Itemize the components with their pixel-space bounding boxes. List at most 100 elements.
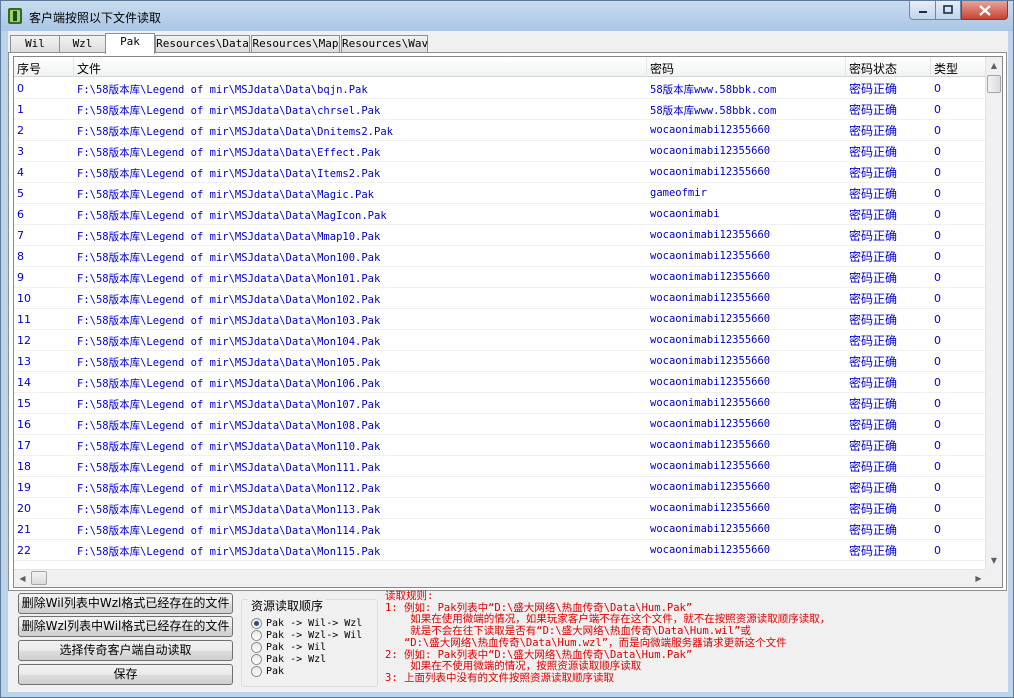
- radio-unchecked-icon[interactable]: [251, 629, 262, 641]
- table-row[interactable]: 2 F:\58版本库\Legend of mir\MSJdata\Data\Dni…: [14, 120, 987, 141]
- read-order-option[interactable]: Pak -> Wil: [251, 641, 326, 653]
- rule-line: 读取规则:: [385, 590, 434, 602]
- scroll-down-icon[interactable]: ▼: [986, 552, 1002, 569]
- horizontal-scroll-thumb[interactable]: [31, 571, 47, 585]
- cell-password-status: 密码正确: [849, 460, 898, 474]
- read-order-option-label: Pak -> Wzl: [266, 653, 327, 665]
- read-order-option-label: Pak -> Wzl-> Wil: [266, 629, 363, 641]
- column-type[interactable]: 类型: [931, 57, 987, 77]
- radio-unchecked-icon[interactable]: [251, 665, 262, 677]
- cell-password: wocaonimabi12355660: [650, 376, 771, 388]
- table-row[interactable]: 6 F:\58版本库\Legend of mir\MSJdata\Data\Mag…: [14, 204, 987, 225]
- cell-type: 0: [934, 250, 941, 263]
- rule-line: “D:\盛大网络\热血传奇\Data\Hum.wzl”，而是向微端服务器请求更新…: [385, 636, 787, 649]
- radio-unchecked-icon[interactable]: [251, 653, 262, 665]
- cell-password: wocaonimabi: [650, 208, 720, 220]
- table-row[interactable]: 16 F:\58版本库\Legend of mir\MSJdata\Data\Mo…: [14, 414, 987, 435]
- table-row[interactable]: 7 F:\58版本库\Legend of mir\MSJdata\Data\Mma…: [14, 225, 987, 246]
- cell-password-status: 密码正确: [849, 208, 898, 222]
- read-order-option[interactable]: Pak: [251, 665, 284, 677]
- cell-index: 14: [17, 376, 31, 389]
- minimize-button[interactable]: [909, 1, 936, 20]
- read-order-option[interactable]: Pak -> Wzl: [251, 653, 326, 665]
- cell-type: 0: [934, 397, 941, 410]
- read-order-option-label: Pak -> Wil: [266, 641, 327, 653]
- column-password-status[interactable]: 密码状态: [846, 57, 931, 77]
- table-row[interactable]: 22 F:\58版本库\Legend of mir\MSJdata\Data\Mo…: [14, 540, 987, 561]
- table-row[interactable]: 20 F:\58版本库\Legend of mir\MSJdata\Data\Mo…: [14, 498, 987, 519]
- table-row[interactable]: 14 F:\58版本库\Legend of mir\MSJdata\Data\Mo…: [14, 372, 987, 393]
- table-row[interactable]: 11 F:\58版本库\Legend of mir\MSJdata\Data\Mo…: [14, 309, 987, 330]
- cell-type: 0: [934, 355, 941, 368]
- vertical-scroll-thumb[interactable]: [987, 75, 1001, 93]
- maximize-button[interactable]: [935, 1, 961, 20]
- save-button[interactable]: 保存: [18, 664, 233, 685]
- cell-type: 0: [934, 292, 941, 305]
- cell-password-status: 密码正确: [849, 271, 898, 285]
- choose-client-button[interactable]: 选择传奇客户端自动读取: [18, 640, 233, 661]
- tab-wzl[interactable]: Wzl: [59, 35, 106, 53]
- table-row[interactable]: 13 F:\58版本库\Legend of mir\MSJdata\Data\Mo…: [14, 351, 987, 372]
- horizontal-scrollbar[interactable]: ◀ ▶: [14, 569, 987, 587]
- column-index[interactable]: 序号: [14, 57, 74, 77]
- cell-index: 12: [17, 334, 31, 347]
- tab-resources-map[interactable]: Resources\Map: [251, 35, 340, 53]
- radio-unchecked-icon[interactable]: [251, 641, 262, 653]
- cell-index: 3: [17, 145, 24, 158]
- cell-file: F:\58版本库\Legend of mir\MSJdata\Data\Mmap…: [77, 231, 381, 243]
- cell-password: wocaonimabi12355660: [650, 460, 771, 472]
- cell-index: 15: [17, 397, 31, 410]
- cell-password-status: 密码正确: [849, 502, 898, 516]
- table-row[interactable]: 0 F:\58版本库\Legend of mir\MSJdata\Data\bqj…: [14, 78, 987, 99]
- cell-index: 0: [17, 82, 24, 95]
- delete-wzl-duplicates-button[interactable]: 删除Wzl列表中Wil格式已经存在的文件: [18, 616, 233, 637]
- table-row[interactable]: 19 F:\58版本库\Legend of mir\MSJdata\Data\Mo…: [14, 477, 987, 498]
- cell-type: 0: [934, 166, 941, 179]
- table-row[interactable]: 21 F:\58版本库\Legend of mir\MSJdata\Data\Mo…: [14, 519, 987, 540]
- cell-index: 2: [17, 124, 24, 137]
- table-row[interactable]: 9 F:\58版本库\Legend of mir\MSJdata\Data\Mon…: [14, 267, 987, 288]
- table-row[interactable]: 17 F:\58版本库\Legend of mir\MSJdata\Data\Mo…: [14, 435, 987, 456]
- file-list[interactable]: 序号 文件 密码 密码状态 类型 0 F:\58版本库\Legend of mir…: [13, 56, 1003, 588]
- table-row[interactable]: 3 F:\58版本库\Legend of mir\MSJdata\Data\Eff…: [14, 141, 987, 162]
- scroll-up-icon[interactable]: ▲: [986, 57, 1002, 74]
- cell-index: 20: [17, 502, 31, 515]
- tab-resources-wav[interactable]: Resources\Wav: [341, 35, 428, 53]
- read-order-option[interactable]: Pak -> Wzl-> Wil: [251, 629, 362, 641]
- scroll-left-icon[interactable]: ◀: [14, 570, 31, 587]
- read-order-option[interactable]: Pak -> Wil-> Wzl: [251, 617, 362, 629]
- table-row[interactable]: 5 F:\58版本库\Legend of mir\MSJdata\Data\Mag…: [14, 183, 987, 204]
- cell-password: wocaonimabi12355660: [650, 481, 771, 493]
- cell-password: wocaonimabi12355660: [650, 145, 771, 157]
- column-password[interactable]: 密码: [647, 57, 846, 77]
- table-row[interactable]: 1 F:\58版本库\Legend of mir\MSJdata\Data\chr…: [14, 99, 987, 120]
- table-row[interactable]: 15 F:\58版本库\Legend of mir\MSJdata\Data\Mo…: [14, 393, 987, 414]
- cell-password: 58版本库www.58bbk.com: [650, 84, 777, 96]
- close-button[interactable]: [961, 1, 1008, 20]
- cell-file: F:\58版本库\Legend of mir\MSJdata\Data\Mon1…: [77, 315, 381, 327]
- table-row[interactable]: 10 F:\58版本库\Legend of mir\MSJdata\Data\Mo…: [14, 288, 987, 309]
- cell-password-status: 密码正确: [849, 523, 898, 537]
- table-row[interactable]: 4 F:\58版本库\Legend of mir\MSJdata\Data\Ite…: [14, 162, 987, 183]
- table-row[interactable]: 8 F:\58版本库\Legend of mir\MSJdata\Data\Mon…: [14, 246, 987, 267]
- cell-index: 5: [17, 187, 24, 200]
- tab-pak[interactable]: Pak: [105, 33, 155, 54]
- cell-password-status: 密码正确: [849, 313, 898, 327]
- cell-password: wocaonimabi12355660: [650, 418, 771, 430]
- column-file[interactable]: 文件: [74, 57, 647, 77]
- cell-file: F:\58版本库\Legend of mir\MSJdata\Data\Mon1…: [77, 336, 381, 348]
- cell-file: F:\58版本库\Legend of mir\MSJdata\Data\Mon1…: [77, 378, 381, 390]
- cell-file: F:\58版本库\Legend of mir\MSJdata\Data\Mon1…: [77, 483, 381, 495]
- title-bar[interactable]: 客户端按照以下文件读取: [1, 1, 1013, 31]
- radio-checked-icon[interactable]: [251, 617, 262, 629]
- table-row[interactable]: 12 F:\58版本库\Legend of mir\MSJdata\Data\Mo…: [14, 330, 987, 351]
- cell-password: wocaonimabi12355660: [650, 397, 771, 409]
- delete-wil-duplicates-button[interactable]: 删除Wil列表中Wzl格式已经存在的文件: [18, 593, 233, 614]
- table-row[interactable]: 18 F:\58版本库\Legend of mir\MSJdata\Data\Mo…: [14, 456, 987, 477]
- cell-file: F:\58版本库\Legend of mir\MSJdata\Data\Item…: [77, 168, 381, 180]
- read-order-option-label: Pak -> Wil-> Wzl: [266, 617, 363, 629]
- tab-wil[interactable]: Wil: [10, 35, 60, 53]
- cell-index: 8: [17, 250, 24, 263]
- tab-resources-data[interactable]: Resources\Data: [155, 35, 250, 53]
- vertical-scrollbar[interactable]: ▲ ▼: [985, 57, 1002, 569]
